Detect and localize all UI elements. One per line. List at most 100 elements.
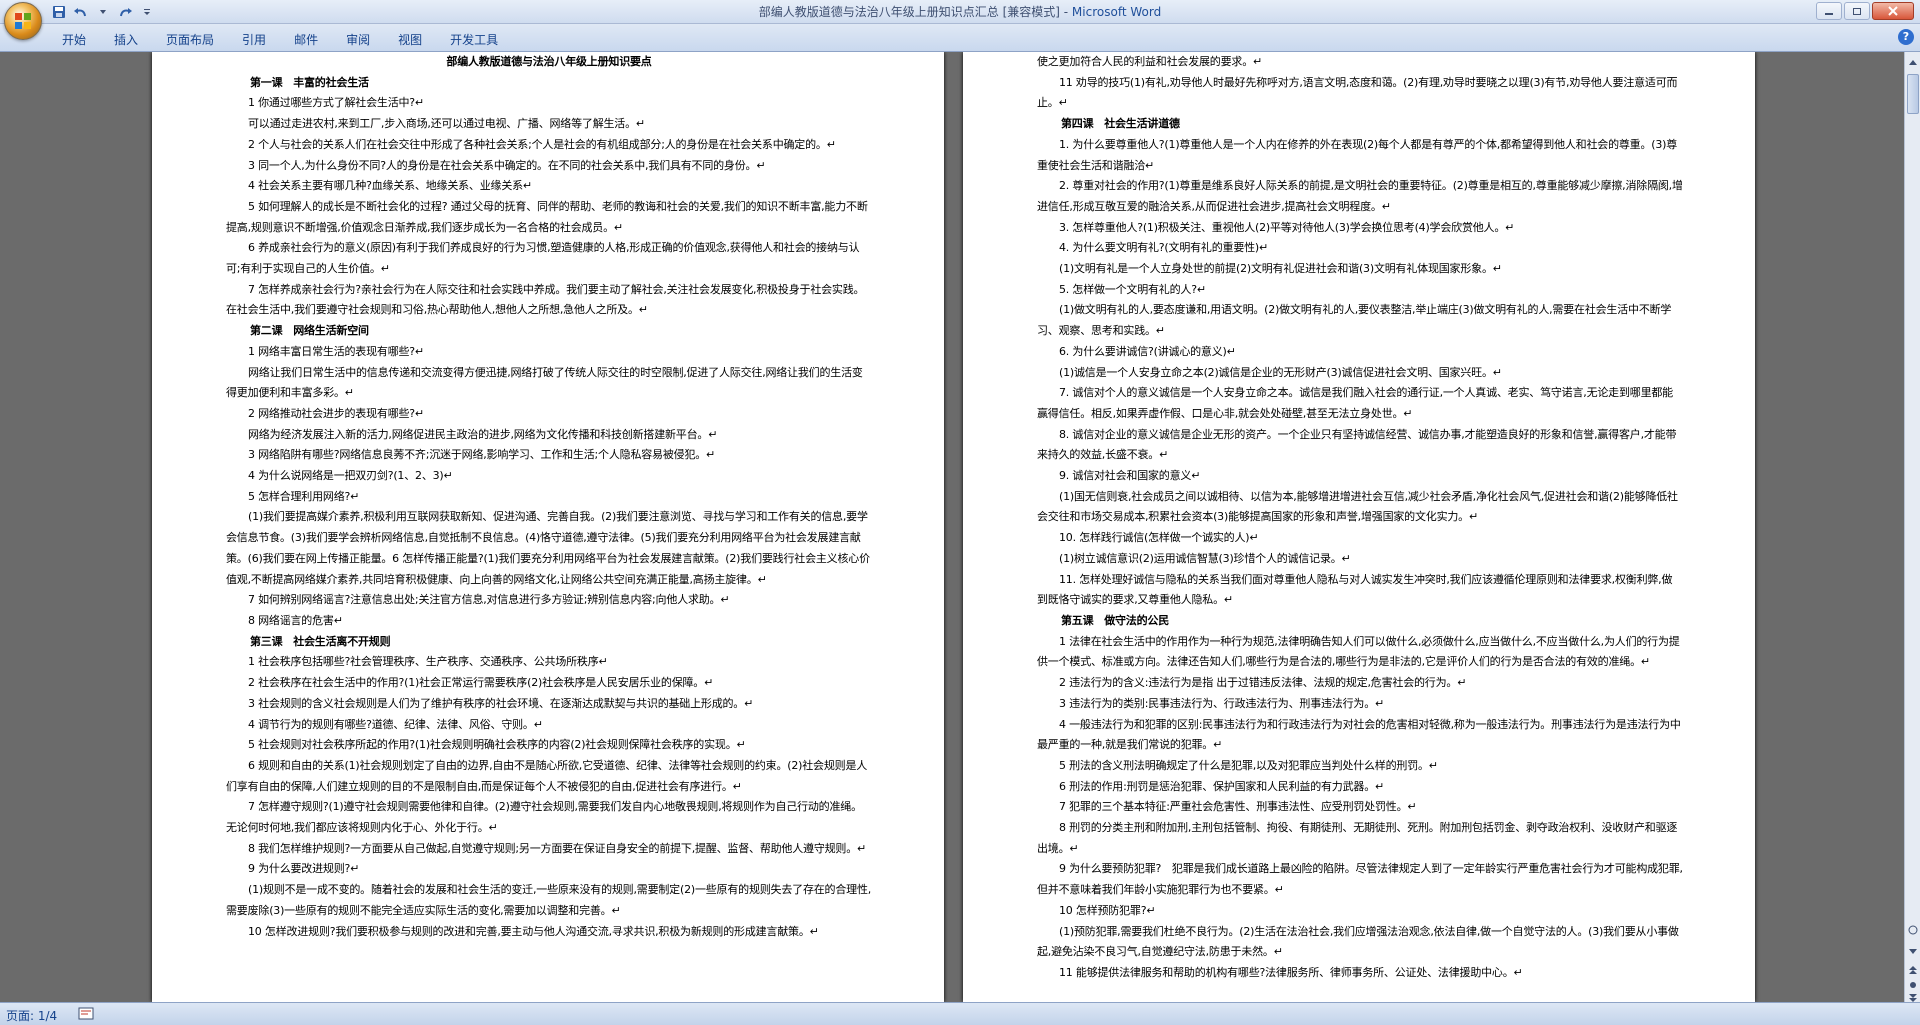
paragraph[interactable]: 9 为什么要预防犯罪? 犯罪是我们成长道路上最凶险的陷阱。尽管法律规定人到了一定… [1037, 859, 1683, 900]
paragraph[interactable]: 10. 怎样践行诚信(怎样做一个诚实的人)↵ [1037, 528, 1683, 549]
paragraph[interactable]: 10 怎样预防犯罪?↵ [1037, 901, 1683, 922]
paragraph[interactable]: 5. 怎样做一个文明有礼的人?↵ [1037, 280, 1683, 301]
paragraph[interactable]: 6 刑法的作用:刑罚是惩治犯罪、保护国家和人民利益的有力武器。↵ [1037, 777, 1683, 798]
scroll-thumb[interactable] [1907, 74, 1919, 114]
save-icon[interactable] [50, 3, 68, 21]
paragraph[interactable]: 1 你通过哪些方式了解社会生活中?↵ [226, 93, 872, 114]
paragraph[interactable]: 4. 为什么要文明有礼?(文明有礼的重要性)↵ [1037, 238, 1683, 259]
customize-toolbar-icon[interactable] [138, 3, 156, 21]
paragraph[interactable]: (1)文明有礼是一个人立身处世的前提(2)文明有礼促进社会和谐(3)文明有礼体现… [1037, 259, 1683, 280]
restore-button[interactable] [1844, 2, 1870, 20]
page-count-indicator[interactable]: 页面: 1/4 [6, 1007, 57, 1024]
page-1-content[interactable]: 部编人教版道德与法治八年级上册知识要点 第一课 丰富的社会生活 1 你通过哪些方式了… [226, 52, 872, 942]
section-heading[interactable]: 第一课 丰富的社会生活 [226, 73, 872, 94]
paragraph[interactable]: (1)我们要提高媒介素养,积极利用互联网获取新知、促进沟通、完善自我。(2)我们… [226, 507, 872, 590]
paragraph[interactable]: 2 社会秩序在社会生活中的作用?(1)社会正常运行需要秩序(2)社会秩序是人民安… [226, 673, 872, 694]
paragraph[interactable]: 11. 怎样处理好诚信与隐私的关系当我们面对尊重他人隐私与对人诚实发生冲突时,我… [1037, 570, 1683, 611]
ruler-toggle-icon[interactable] [1906, 922, 1920, 938]
paragraph[interactable]: 9 为什么要改进规则?↵ [226, 859, 872, 880]
paragraph[interactable]: 1 网络丰富日常生活的表现有哪些?↵ [226, 342, 872, 363]
paragraph[interactable]: (1)国无信则衰,社会成员之间以诚相待、以信为本,能够增进增进社会互信,减少社会… [1037, 487, 1683, 528]
vertical-scrollbar[interactable] [1904, 52, 1920, 1002]
window-title-app: Microsoft Word [1071, 5, 1162, 19]
section-heading[interactable]: 第五课 做守法的公民 [1037, 611, 1683, 632]
paragraph[interactable]: 5 社会规则对社会秩序所起的作用?(1)社会规则明确社会秩序的内容(2)社会规则… [226, 735, 872, 756]
document-page-1[interactable]: 部编人教版道德与法治八年级上册知识要点 第一课 丰富的社会生活 1 你通过哪些方式了… [152, 52, 944, 1002]
tab-page-layout[interactable]: 页面布局 [152, 28, 228, 51]
paragraph[interactable]: 7 怎样遵守规则?(1)遵守社会规则需要他律和自律。(2)遵守社会规则,需要我们… [226, 797, 872, 838]
paragraph[interactable]: 2 违法行为的含义:违法行为是指 出于过错违反法律、法规的规定,危害社会的行为。… [1037, 673, 1683, 694]
section-heading[interactable]: 第四课 社会生活讲道德 [1037, 114, 1683, 135]
paragraph[interactable]: 3 同一个人,为什么身份不同?人的身份是在社会关系中确定的。在不同的社会关系中,… [226, 156, 872, 177]
paragraph[interactable]: 6 规则和自由的关系(1)社会规则划定了自由的边界,自由不是随心所欲,它受道德、… [226, 756, 872, 797]
tab-view[interactable]: 视图 [384, 28, 436, 51]
paragraph[interactable]: 1 法律在社会生活中的作用作为一种行为规范,法律明确告知人们可以做什么,必须做什… [1037, 632, 1683, 673]
section-heading[interactable]: 第二课 网络生活新空间 [226, 321, 872, 342]
paragraph[interactable]: (1)诚信是一个人安身立命之本(2)诚信是企业的无形财产(3)诚信促进社会文明、… [1037, 363, 1683, 384]
paragraph[interactable]: 可以通过走进农村,来到工厂,步入商场,还可以通过电视、广播、网络等了解生活。↵ [226, 114, 872, 135]
paragraph[interactable]: 8. 诚信对企业的意义诚信是企业无形的资产。一个企业只有坚持诚信经营、诚信办事,… [1037, 425, 1683, 466]
paragraph[interactable]: 4 为什么说网络是一把双刃剑?(1、2、3)↵ [226, 466, 872, 487]
paragraph[interactable]: 2 个人与社会的关系人们在社会交往中形成了各种社会关系;个人是社会的有机组成部分… [226, 135, 872, 156]
paragraph[interactable]: 8 网络谣言的危害↵ [226, 611, 872, 632]
tab-review[interactable]: 审阅 [332, 28, 384, 51]
paragraph[interactable]: 3 网络陷阱有哪些?网络信息良莠不齐;沉迷于网络,影响学习、工作和生活;个人隐私… [226, 445, 872, 466]
paragraph[interactable]: (1)树立诚信意识(2)运用诚信智慧(3)珍惜个人的诚信记录。↵ [1037, 549, 1683, 570]
paragraph[interactable]: 网络为经济发展注入新的活力,网络促进民主政治的进步,网络为文化传播和科技创新搭建… [226, 425, 872, 446]
undo-icon[interactable] [72, 3, 90, 21]
paragraph[interactable]: 3 违法行为的类别:民事违法行为、行政违法行为、刑事违法行为。↵ [1037, 694, 1683, 715]
office-button[interactable] [4, 2, 42, 40]
paragraph[interactable]: 9. 诚信对社会和国家的意义↵ [1037, 466, 1683, 487]
paragraph[interactable]: 4 一般违法行为和犯罪的区别:民事违法行为和行政违法行为对社会的危害相对轻微,称… [1037, 715, 1683, 756]
tab-mailings[interactable]: 邮件 [280, 28, 332, 51]
paragraph[interactable]: 5 怎样合理利用网络?↵ [226, 487, 872, 508]
paragraph[interactable]: (1)预防犯罪,需要我们杜绝不良行为。(2)生活在法治社会,我们应增强法治观念,… [1037, 922, 1683, 963]
paragraph[interactable]: 1 社会秩序包括哪些?社会管理秩序、生产秩序、交通秩序、公共场所秩序↵ [226, 652, 872, 673]
scroll-down-icon[interactable] [1906, 944, 1920, 960]
paragraph[interactable]: 10 怎样改进规则?我们要积极参与规则的改进和完善,要主动与他人沟通交流,寻求共… [226, 922, 872, 943]
ribbon-tabs-bar: 开始 插入 页面布局 引用 邮件 审阅 视图 开发工具 ? [0, 24, 1920, 52]
close-button[interactable] [1872, 2, 1914, 20]
paragraph[interactable]: 11 能够提供法律服务和帮助的机构有哪些?法律服务所、律师事务所、公证处、法律援… [1037, 963, 1683, 984]
paragraph[interactable]: 6. 为什么要讲诚信?(讲诚心的意义)↵ [1037, 342, 1683, 363]
paragraph[interactable]: 3 社会规则的含义社会规则是人们为了维护有秩序的社会环境、在逐渐达成默契与共识的… [226, 694, 872, 715]
section-heading[interactable]: 第三课 社会生活离不开规则 [226, 632, 872, 653]
paragraph[interactable]: 网络让我们日常生活中的信息传递和交流变得方便迅捷,网络打破了传统人际交往的时空限… [226, 363, 872, 404]
restore-icon [1853, 8, 1861, 15]
paragraph[interactable]: 6 养成亲社会行为的意义(原因)有利于我们养成良好的行为习惯,塑造健康的人格,形… [226, 238, 872, 279]
proofing-icon[interactable] [78, 1007, 94, 1021]
document-title[interactable]: 部编人教版道德与法治八年级上册知识要点 [226, 52, 872, 73]
paragraph[interactable]: (1)规则不是一成不变的。随着社会的发展和社会生活的变迁,一些原来没有的规则,需… [226, 880, 872, 921]
paragraph[interactable]: 使之更加符合人民的利益和社会发展的要求。↵ [1037, 52, 1683, 73]
paragraph[interactable]: 5 如何理解人的成长是不断社会化的过程? 通过父母的抚育、同伴的帮助、老师的教诲… [226, 197, 872, 238]
paragraph[interactable]: 11 劝导的技巧(1)有礼,劝导他人时最好先称呼对方,语言文明,态度和蔼。(2)… [1037, 73, 1683, 114]
paragraph[interactable]: 2. 尊重对社会的作用?(1)尊重是维系良好人际关系的前提,是文明社会的重要特征… [1037, 176, 1683, 217]
paragraph[interactable]: 5 刑法的含义刑法明确规定了什么是犯罪,以及对犯罪应当判处什么样的刑罚。↵ [1037, 756, 1683, 777]
help-icon[interactable]: ? [1898, 29, 1914, 45]
previous-page-icon[interactable] [1906, 962, 1920, 978]
redo-icon[interactable] [116, 3, 134, 21]
paragraph[interactable]: 8 我们怎样维护规则?一方面要从自己做起,自觉遵守规则;另一方面要在保证自身安全… [226, 839, 872, 860]
tab-references[interactable]: 引用 [228, 28, 280, 51]
paragraph[interactable]: 4 社会关系主要有哪几种?血缘关系、地缘关系、业缘关系↵ [226, 176, 872, 197]
minimize-button[interactable] [1816, 2, 1842, 20]
scroll-up-icon[interactable] [1906, 54, 1920, 70]
title-bar: 部编人教版道德与法治八年级上册知识点汇总 [兼容模式] - Microsoft … [0, 0, 1920, 24]
tab-home[interactable]: 开始 [48, 28, 100, 51]
document-page-2[interactable]: 使之更加符合人民的利益和社会发展的要求。↵ 11 劝导的技巧(1)有礼,劝导他人时… [963, 52, 1755, 1002]
paragraph[interactable]: 4 调节行为的规则有哪些?道德、纪律、法律、风俗、守则。↵ [226, 715, 872, 736]
office-logo-icon [15, 13, 31, 29]
paragraph[interactable]: 3. 怎样尊重他人?(1)积极关注、重视他人(2)平等对待他人(3)学会换位思考… [1037, 218, 1683, 239]
paragraph[interactable]: (1)做文明有礼的人,要态度谦和,用语文明。(2)做文明有礼的人,要仪表整洁,举… [1037, 300, 1683, 341]
page-2-content[interactable]: 使之更加符合人民的利益和社会发展的要求。↵ 11 劝导的技巧(1)有礼,劝导他人时… [1037, 52, 1683, 984]
paragraph[interactable]: 7 犯罪的三个基本特征:严重社会危害性、刑事违法性、应受刑罚处罚性。↵ [1037, 797, 1683, 818]
paragraph[interactable]: 7 如何辨别网络谣言?注意信息出处;关注官方信息,对信息进行多方验证;辨别信息内… [226, 590, 872, 611]
paragraph[interactable]: 8 刑罚的分类主刑和附加刑,主刑包括管制、拘役、有期徒刑、无期徒刑、死刑。附加刑… [1037, 818, 1683, 859]
tab-developer[interactable]: 开发工具 [436, 28, 512, 51]
paragraph[interactable]: 2 网络推动社会进步的表现有哪些?↵ [226, 404, 872, 425]
undo-dropdown-icon[interactable] [94, 3, 112, 21]
paragraph[interactable]: 7 怎样养成亲社会行为?亲社会行为在人际交往和社会实践中养成。我们要主动了解社会… [226, 280, 872, 321]
tab-insert[interactable]: 插入 [100, 28, 152, 51]
paragraph[interactable]: 7. 诚信对个人的意义诚信是一个人安身立命之本。诚信是我们融入社会的通行证,一个… [1037, 383, 1683, 424]
paragraph[interactable]: 1. 为什么要尊重他人?(1)尊重他人是一个人内在修养的外在表现(2)每个人都是… [1037, 135, 1683, 176]
